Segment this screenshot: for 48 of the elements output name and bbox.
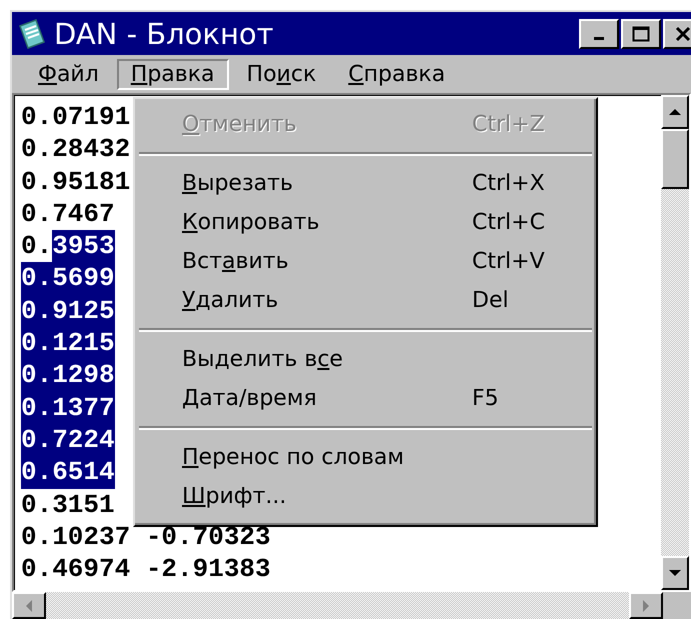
selected-text: 0.9125 bbox=[21, 294, 115, 328]
maximize-button[interactable] bbox=[621, 18, 661, 48]
menu-item[interactable]: Копировать Ctrl+C bbox=[135, 203, 596, 242]
scroll-down-button[interactable] bbox=[661, 556, 689, 590]
scroll-right-button[interactable] bbox=[629, 592, 663, 619]
selected-text: 0.5699 bbox=[21, 262, 115, 295]
menu-item[interactable]: Шрифт... bbox=[135, 477, 596, 516]
selected-text: 0.7224 bbox=[21, 424, 115, 456]
close-icon bbox=[675, 26, 691, 42]
right-arrow-icon bbox=[641, 600, 651, 612]
text-line: 0.7467 bbox=[21, 198, 115, 230]
notepad-icon bbox=[16, 18, 48, 50]
horizontal-scrollbar[interactable] bbox=[12, 592, 691, 619]
scroll-thumb[interactable] bbox=[661, 129, 689, 189]
menu-item[interactable]: Вставить Ctrl+V bbox=[135, 242, 596, 281]
menu-bar-item[interactable]: Поиск bbox=[232, 58, 330, 90]
menu-bar-item[interactable]: Правка bbox=[116, 58, 229, 90]
text-line: 0.3151 bbox=[21, 488, 115, 521]
menu-bar-item[interactable]: Файл bbox=[24, 58, 113, 90]
maximize-icon bbox=[632, 26, 650, 42]
scroll-up-button[interactable] bbox=[661, 95, 689, 129]
scroll-left-button[interactable] bbox=[12, 592, 46, 619]
window-title: DAN - Блокнот bbox=[54, 16, 275, 50]
size-grip bbox=[663, 592, 691, 619]
minimize-button[interactable] bbox=[579, 18, 619, 48]
menu-bar-item[interactable]: Справка bbox=[334, 58, 460, 90]
menu-item[interactable]: Удалить Del bbox=[135, 281, 596, 320]
menu-item[interactable]: Выделить все bbox=[135, 340, 596, 379]
left-arrow-icon bbox=[24, 600, 34, 612]
text-line: 0.46974 -2.91383 bbox=[21, 553, 271, 586]
text-line: 0.07191 bbox=[21, 101, 130, 134]
selected-text: 3953 bbox=[52, 230, 115, 262]
selected-text: 0.6514 bbox=[21, 456, 115, 489]
selected-text: 0.1298 bbox=[21, 359, 115, 392]
up-arrow-icon bbox=[669, 107, 681, 117]
close-button[interactable] bbox=[663, 18, 691, 48]
menu-item[interactable]: Дата/время F5 bbox=[135, 379, 596, 418]
menu-item[interactable]: Перенос по словам bbox=[135, 438, 596, 477]
selected-text: 0.1215 bbox=[21, 327, 115, 360]
text-line: 0.28432 bbox=[21, 133, 130, 166]
menu-item[interactable]: Вырезать Ctrl+X bbox=[135, 164, 596, 203]
minimize-icon bbox=[594, 37, 604, 40]
text-line: 0.10237 -0.70323 bbox=[21, 520, 271, 554]
selected-text: 0.1377 bbox=[21, 392, 115, 424]
text-line: 0. bbox=[21, 230, 52, 262]
vertical-scrollbar[interactable] bbox=[661, 95, 689, 590]
text-line: 0.95181 bbox=[21, 166, 130, 198]
down-arrow-icon bbox=[669, 568, 681, 578]
